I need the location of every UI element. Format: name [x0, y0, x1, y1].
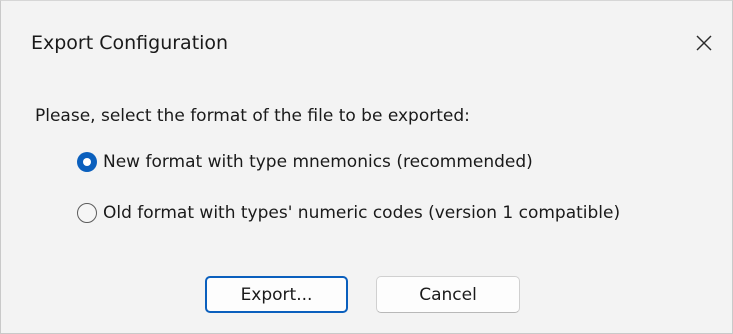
cancel-button[interactable]: Cancel — [376, 276, 520, 313]
dialog-title: Export Configuration — [31, 32, 229, 54]
format-prompt: Please, select the format of the file to… — [35, 106, 470, 126]
dialog-content: Please, select the format of the file to… — [1, 84, 732, 333]
title-bar: Export Configuration — [1, 1, 732, 84]
close-icon — [696, 35, 712, 51]
radio-label-old-format[interactable]: Old format with types' numeric codes (ve… — [103, 202, 620, 224]
radio-option-new-format[interactable]: New format with type mnemonics (recommen… — [77, 151, 533, 173]
export-button[interactable]: Export... — [205, 276, 348, 313]
radio-label-new-format[interactable]: New format with type mnemonics (recommen… — [103, 151, 533, 173]
radio-selected-icon[interactable] — [77, 152, 97, 172]
radio-option-old-format[interactable]: Old format with types' numeric codes (ve… — [77, 202, 620, 224]
export-configuration-dialog: Export Configuration Please, select the … — [0, 0, 733, 334]
radio-unselected-icon[interactable] — [77, 203, 97, 223]
close-button[interactable] — [676, 15, 732, 71]
